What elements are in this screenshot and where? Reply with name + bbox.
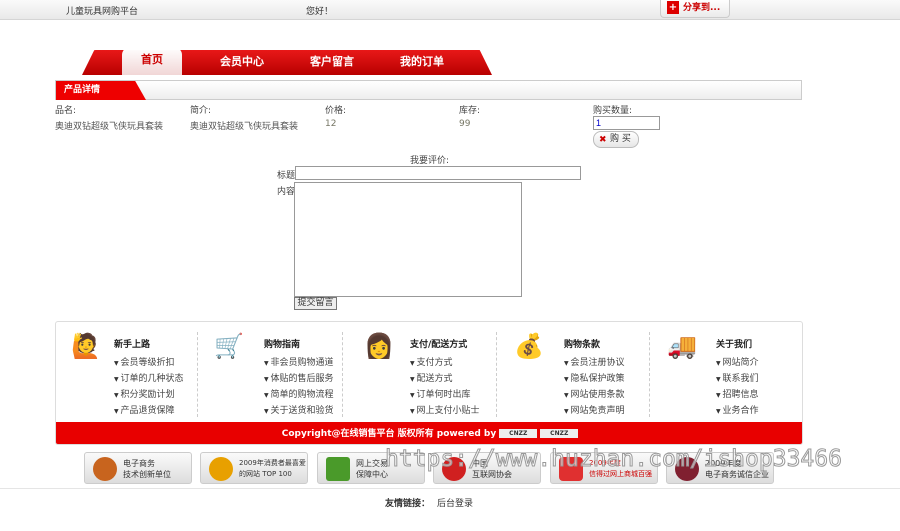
column-title: 支付/配送方式 bbox=[410, 340, 468, 350]
trust-badge[interactable]: 电子商务技术创新单位 bbox=[84, 452, 192, 484]
divider bbox=[649, 332, 650, 417]
footer-link[interactable]: 体贴的售后服务 bbox=[264, 371, 354, 387]
product-intro: 奥迪双钻超级飞侠玩具套装 bbox=[190, 122, 299, 132]
footer-column: 🙋 新手上路会员等级折扣订单的几种状态积分奖励计划产品退货保障 bbox=[68, 322, 203, 422]
headset-agent-icon: 👩 bbox=[364, 332, 394, 360]
cart-icon: ✖ bbox=[599, 135, 607, 145]
footer-link[interactable]: 配送方式 bbox=[410, 371, 500, 387]
badge-icon bbox=[209, 457, 233, 481]
share-label: 分享到... bbox=[683, 3, 721, 13]
product-price: 12 bbox=[325, 119, 337, 129]
footer-help: 🙋 新手上路会员等级折扣订单的几种状态积分奖励计划产品退货保障 🛒 购物指南非会员购… bbox=[55, 321, 803, 445]
review-title-input[interactable] bbox=[295, 166, 581, 180]
links-label: 友情链接： bbox=[385, 499, 431, 509]
footer-link[interactable]: 网站简介 bbox=[716, 355, 802, 371]
badge-line: 2009年消费者最喜爱 bbox=[239, 459, 306, 467]
buy-button[interactable]: ✖ 购 买 bbox=[593, 131, 639, 148]
footer-link[interactable]: 业务合作 bbox=[716, 403, 802, 419]
footer-column: 👩支付/配送方式支付方式配送方式订单何时出库网上支付小贴士 bbox=[361, 322, 496, 422]
footer-link[interactable]: 网上支付小贴士 bbox=[410, 403, 500, 419]
tab-guestbook[interactable]: 客户留言 bbox=[297, 50, 367, 75]
footer-link[interactable]: 关于送货和验货 bbox=[264, 403, 354, 419]
footer-link[interactable]: 订单何时出库 bbox=[410, 387, 500, 403]
divider bbox=[342, 332, 343, 417]
shield-icon bbox=[326, 457, 350, 481]
badge-line: 电子商务 bbox=[123, 459, 155, 468]
badge-line: 的网站 TOP 100 bbox=[239, 470, 292, 478]
badge-icon bbox=[93, 457, 117, 481]
copyright-bar: Copyright@在线销售平台 版权所有 powered by CNZZ CNZZ bbox=[56, 422, 802, 444]
title-label: 标题 bbox=[277, 171, 296, 181]
content-label: 内容 bbox=[277, 187, 296, 197]
footer-link[interactable]: 产品退货保障 bbox=[114, 403, 204, 419]
footer-column: 🚚 关于我们网站简介联系我们招聘信息业务合作 bbox=[664, 322, 799, 422]
footer-link[interactable]: 会员注册协议 bbox=[564, 355, 654, 371]
footer-link[interactable]: 招聘信息 bbox=[716, 387, 802, 403]
footer-link[interactable]: 会员等级折扣 bbox=[114, 355, 204, 371]
main-nav: 首页 会员中心 客户留言 我的订单 bbox=[82, 50, 492, 75]
intro-header: 简介: bbox=[190, 106, 212, 116]
footer-link[interactable]: 简单的购物流程 bbox=[264, 387, 354, 403]
column-title: 新手上路 bbox=[114, 340, 151, 350]
section-header: 产品详情 bbox=[55, 80, 802, 100]
qty-header: 购买数量: bbox=[593, 106, 633, 116]
name-header: 品名: bbox=[55, 106, 77, 116]
footer-link[interactable]: 网站免责声明 bbox=[564, 403, 654, 419]
buy-label: 购 买 bbox=[610, 134, 631, 144]
section-title: 产品详情 bbox=[56, 81, 146, 100]
site-name: 儿童玩具网购平台 bbox=[66, 7, 139, 17]
top-bar: 儿童玩具网购平台 您好！ bbox=[0, 0, 900, 20]
review-heading: 我要评价: bbox=[410, 156, 450, 166]
money-bag-icon: 💰 bbox=[514, 332, 544, 360]
column-title: 购物指南 bbox=[264, 340, 301, 350]
trust-badge[interactable]: 2009年消费者最喜爱 的网站 TOP 100 bbox=[200, 452, 308, 484]
share-button[interactable]: + 分享到... bbox=[660, 0, 730, 18]
truck-icon: 🚚 bbox=[667, 332, 697, 360]
plus-icon: + bbox=[667, 1, 679, 14]
submit-review-button[interactable]: 提交留言 bbox=[294, 297, 337, 310]
stock-header: 库存: bbox=[459, 106, 481, 116]
cnzz-stats-link[interactable]: CNZZ bbox=[499, 429, 538, 438]
tab-home[interactable]: 首页 bbox=[122, 50, 182, 75]
footer-link[interactable]: 积分奖励计划 bbox=[114, 387, 204, 403]
watermark: https://www.huzhan.com/ishop33466 bbox=[385, 446, 843, 473]
greeting: 您好！ bbox=[306, 7, 334, 17]
divider bbox=[0, 488, 900, 489]
footer-column: 🛒购物指南非会员购物通道体贴的售后服务简单的购物流程关于送货和验货 bbox=[211, 322, 346, 422]
footer-link[interactable]: 支付方式 bbox=[410, 355, 500, 371]
divider bbox=[197, 332, 198, 417]
column-title: 关于我们 bbox=[716, 340, 753, 350]
product-name: 奥迪双钻超级飞侠玩具套装 bbox=[55, 122, 164, 132]
tab-member-center[interactable]: 会员中心 bbox=[207, 50, 277, 75]
shopping-cart-icon: 🛒 bbox=[214, 332, 244, 360]
footer-link[interactable]: 网站使用条款 bbox=[564, 387, 654, 403]
price-header: 价格: bbox=[325, 106, 347, 116]
footer-link[interactable]: 订单的几种状态 bbox=[114, 371, 204, 387]
column-title: 购物条款 bbox=[564, 340, 601, 350]
footer-link[interactable]: 非会员购物通道 bbox=[264, 355, 354, 371]
customer-service-icon: 🙋 bbox=[71, 332, 101, 360]
badge-line: 技术创新单位 bbox=[123, 470, 171, 479]
admin-login-link[interactable]: 后台登录 bbox=[437, 496, 473, 509]
product-stock: 99 bbox=[459, 119, 471, 129]
footer-column: 💰购物条款会员注册协议隐私保护政策网站使用条款网站免责声明 bbox=[511, 322, 646, 422]
divider bbox=[496, 332, 497, 417]
tab-my-orders[interactable]: 我的订单 bbox=[387, 50, 457, 75]
copyright-text: Copyright@在线销售平台 版权所有 powered by bbox=[281, 429, 497, 439]
cnzz-stats-link[interactable]: CNZZ bbox=[540, 429, 579, 438]
review-content-textarea[interactable] bbox=[294, 182, 522, 297]
quantity-input[interactable] bbox=[593, 116, 660, 130]
footer-link[interactable]: 隐私保护政策 bbox=[564, 371, 654, 387]
footer-link[interactable]: 联系我们 bbox=[716, 371, 802, 387]
